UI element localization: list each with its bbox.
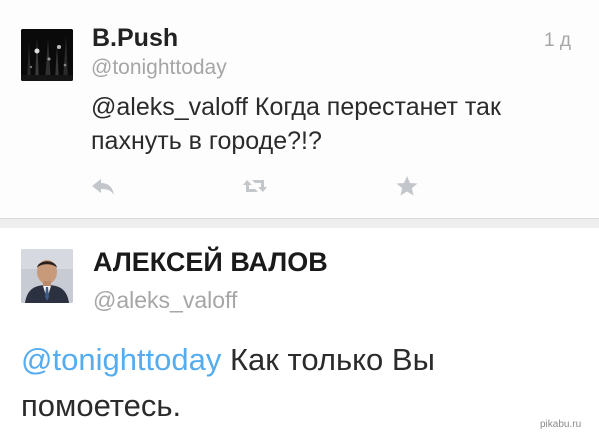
author-handle[interactable]: @aleks_valoff <box>93 287 237 314</box>
author-handle[interactable]: @tonighttoday <box>91 56 227 80</box>
author-name[interactable]: B.Push <box>92 24 178 53</box>
tweet-text: @tonighttoday Как только Вы помоетесь. <box>21 337 561 429</box>
tweet-separator <box>0 219 599 228</box>
mention-link[interactable]: @tonighttoday <box>21 342 221 377</box>
author-name[interactable]: АЛЕКСЕЙ ВАЛОВ <box>93 247 328 278</box>
reply-icon[interactable] <box>89 174 117 198</box>
avatar[interactable] <box>21 29 73 81</box>
star-icon[interactable] <box>393 174 421 198</box>
tweet-text: @aleks_valoff Когда перестанет так пахну… <box>91 93 501 155</box>
watermark: pikabu.ru <box>540 419 582 430</box>
avatar[interactable] <box>21 249 73 303</box>
timestamp: 1 д <box>544 30 571 51</box>
retweet-icon[interactable] <box>241 174 269 198</box>
